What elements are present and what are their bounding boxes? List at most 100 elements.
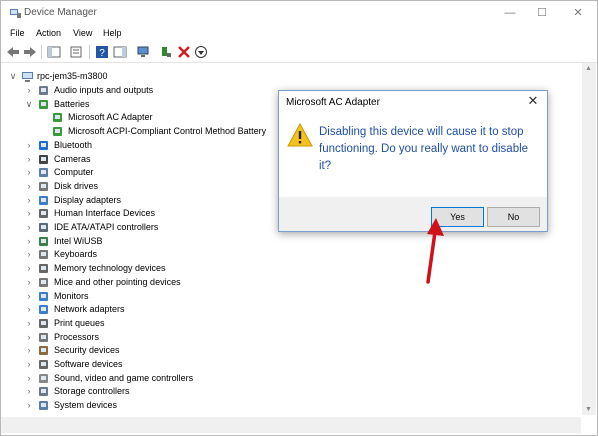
chevron-right-icon[interactable]: › [25, 235, 33, 248]
properties-view-icon[interactable] [69, 45, 83, 59]
toolbar: ? [1, 42, 597, 63]
tree-item-label: Print queues [54, 317, 105, 328]
chevron-right-icon[interactable]: › [25, 84, 33, 97]
tree-item-label: Microsoft ACPI-Compliant Control Method … [68, 126, 267, 137]
tree-item-label: Mice and other pointing devices [54, 276, 181, 287]
title-bar: Device Manager — ☐ ✕ [1, 1, 597, 25]
annotation-arrow-icon [426, 218, 444, 284]
tree-item-label: Monitors [54, 290, 89, 301]
keyboard-icon [39, 250, 48, 260]
disk-icon [39, 181, 48, 191]
sound-icon [39, 373, 48, 383]
tree-item-label: Keyboards [54, 249, 98, 260]
chevron-right-icon[interactable]: › [25, 317, 33, 330]
chevron-right-icon[interactable]: › [25, 166, 33, 179]
tree-item-label: Microsoft AC Adapter [68, 112, 153, 123]
vertical-scrollbar[interactable]: ▲ ▼ [582, 63, 596, 415]
chevron-right-icon[interactable]: › [25, 139, 33, 152]
hid-icon [39, 209, 48, 219]
tree-item-label: Network adapters [54, 304, 125, 315]
speaker-icon [39, 86, 48, 95]
chevron-right-icon[interactable]: › [25, 207, 33, 220]
tree-item-label: Memory technology devices [54, 263, 166, 274]
menu-help[interactable]: Help [103, 28, 122, 38]
tree-item-label: Computer [54, 167, 94, 178]
help-icon[interactable]: ? [95, 45, 109, 59]
chevron-right-icon[interactable]: › [25, 303, 33, 316]
menu-bar: File Action View Help [1, 26, 597, 42]
chevron-down-icon[interactable]: ∨ [25, 98, 33, 111]
device-manager-icon [10, 9, 21, 18]
scroll-up-icon[interactable]: ▲ [585, 65, 592, 72]
show-hide-console-tree-icon[interactable] [47, 45, 61, 59]
horizontal-scrollbar[interactable] [1, 417, 581, 433]
warning-icon [287, 123, 313, 147]
confirm-disable-dialog: Microsoft AC Adapter ✕ Disabling this de… [278, 90, 548, 232]
maximize-button[interactable]: ☐ [527, 4, 557, 22]
close-window-button[interactable]: ✕ [563, 4, 593, 22]
monitor-icon [39, 291, 48, 301]
computer-icon [39, 168, 48, 178]
chevron-right-icon[interactable]: › [25, 385, 33, 398]
ide-icon [39, 223, 48, 232]
usb-icon [39, 236, 48, 246]
system-icon [39, 401, 48, 411]
chevron-right-icon[interactable]: › [25, 153, 33, 166]
menu-view[interactable]: View [73, 28, 92, 38]
update-driver-icon[interactable] [159, 45, 173, 59]
chevron-right-icon[interactable]: › [25, 344, 33, 357]
tree-item-label: Display adapters [54, 194, 122, 205]
bluetooth-icon [39, 140, 48, 150]
storage-icon [39, 387, 48, 397]
toolbar-separator [41, 45, 42, 59]
scan-hardware-changes-icon[interactable] [137, 45, 151, 59]
chevron-right-icon[interactable]: › [25, 290, 33, 303]
tree-item-label: Audio inputs and outputs [54, 85, 154, 95]
chevron-right-icon[interactable]: › [25, 180, 33, 193]
chevron-right-icon[interactable]: › [25, 358, 33, 371]
back-icon[interactable] [6, 45, 20, 59]
scroll-down-icon[interactable]: ▼ [585, 406, 592, 413]
svg-text:?: ? [99, 48, 105, 59]
tree-item-label: Human Interface Devices [54, 208, 156, 219]
chevron-right-icon[interactable]: › [25, 262, 33, 275]
dialog-close-icon[interactable]: ✕ [526, 94, 540, 108]
printer-icon [39, 318, 48, 328]
battery-icon [53, 127, 62, 137]
chevron-right-icon[interactable]: › [25, 372, 33, 385]
tree-item-label: Processors [54, 331, 100, 342]
chevron-down-icon[interactable]: ∨ [9, 70, 17, 83]
forward-icon[interactable] [23, 45, 37, 59]
menu-action[interactable]: Action [36, 28, 61, 38]
chevron-right-icon[interactable]: › [25, 221, 33, 234]
chevron-right-icon[interactable]: › [25, 399, 33, 412]
tree-item-label: Security devices [54, 345, 120, 356]
dialog-button-bar: Yes No [279, 197, 547, 231]
network-icon [39, 305, 48, 315]
tree-item-label: Storage controllers [54, 386, 130, 397]
uninstall-device-icon[interactable] [177, 45, 191, 59]
tree-item-label: Batteries [54, 98, 90, 109]
battery-icon [39, 99, 48, 109]
battery-icon [53, 113, 62, 123]
tree-item-label: Sound, video and game controllers [54, 372, 194, 383]
chevron-right-icon[interactable]: › [25, 276, 33, 289]
tree-item-label: Cameras [54, 153, 91, 164]
dialog-title: Microsoft AC Adapter [286, 97, 380, 108]
tree-item-label: System devices [54, 400, 118, 411]
action-pane-icon[interactable] [113, 45, 127, 59]
dialog-message: Disabling this device will cause it to s… [319, 126, 529, 172]
menu-file[interactable]: File [10, 28, 25, 38]
security-icon [39, 346, 48, 356]
chevron-right-icon[interactable]: › [25, 331, 33, 344]
tree-item-label: Software devices [54, 359, 123, 369]
tree-root-label: rpc-jem35-m3800 [37, 71, 108, 81]
minimize-button[interactable]: — [495, 4, 525, 22]
chevron-right-icon[interactable]: › [25, 248, 33, 261]
memory-icon [39, 264, 48, 274]
disable-device-icon[interactable] [194, 45, 208, 59]
computer-icon [22, 72, 33, 82]
no-button[interactable]: No [487, 207, 540, 227]
tree-item-label: Bluetooth [54, 139, 93, 150]
chevron-right-icon[interactable]: › [25, 194, 33, 207]
